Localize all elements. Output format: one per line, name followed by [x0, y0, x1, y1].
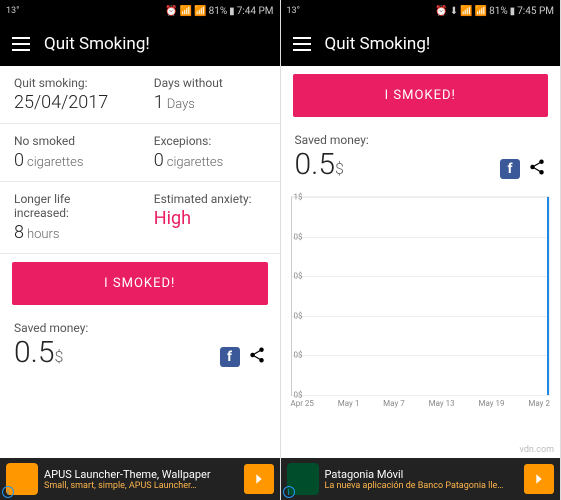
status-bar: 13° ⏰ ⬇ 📶 📶 81% ▮ 7:45 PM: [281, 0, 561, 22]
chart-data-line: [547, 197, 549, 395]
alarm-icon: ⏰: [165, 6, 177, 17]
signal-icon: 📶: [475, 6, 487, 17]
content: Quit smoking: 25/04/2017 Days without 1D…: [0, 66, 280, 500]
facebook-icon[interactable]: f: [220, 347, 240, 367]
alarm-icon: ⏰: [435, 6, 447, 17]
chart-y-tick: 0$: [294, 311, 303, 320]
ad-info-icon[interactable]: i: [283, 486, 295, 498]
right-screenshot: 13° ⏰ ⬇ 📶 📶 81% ▮ 7:45 PM Quit Smoking! …: [281, 0, 561, 500]
ad-title: Patagonia Móvil: [325, 468, 519, 481]
ad-banner[interactable]: i Patagonia Móvil La nueva aplicación de…: [281, 458, 561, 500]
chart-y-tick: 0$: [294, 272, 303, 281]
stat-anxiety: Estimated anxiety: High: [140, 182, 280, 253]
app-bar: Quit Smoking!: [281, 22, 561, 66]
chart-x-tick: May 19: [478, 399, 504, 408]
ad-banner[interactable]: i APUS Launcher-Theme, Wallpaper Small, …: [0, 458, 280, 500]
stat-exceptions: Excepions: 0cigarettes: [140, 124, 280, 181]
app-bar: Quit Smoking!: [0, 22, 280, 66]
chart-x-tick: May 2: [528, 399, 550, 408]
i-smoked-button[interactable]: I SMOKED!: [293, 74, 549, 117]
dropbox-icon: ⬇: [450, 6, 458, 17]
temperature: 13°: [287, 6, 300, 16]
stat-days-without: Days without 1Days: [140, 66, 280, 123]
ad-title: APUS Launcher-Theme, Wallpaper: [44, 468, 238, 481]
ad-install-arrow-icon[interactable]: [244, 464, 274, 494]
chart-x-tick: May 1: [338, 399, 360, 408]
saved-money-value: 0.5$: [14, 335, 63, 370]
chart-y-tick: 0$: [294, 391, 303, 400]
savings-chart: 1$ 0$ 0$ 0$ 0$ 0$ Apr 25 May 1 May 7 May 13 May 1…: [281, 190, 561, 408]
chart-y-tick: 1$: [294, 193, 303, 202]
saved-money-label: Saved money:: [14, 321, 266, 335]
signal-icon: 📶: [194, 6, 206, 17]
clock: 7:45 PM: [517, 6, 554, 17]
saved-money-label: Saved money:: [295, 133, 547, 147]
ad-subtitle: La nueva aplicación de Banco Patagonia l…: [325, 481, 519, 491]
chart-y-tick: 0$: [294, 232, 303, 241]
stat-no-smoked: No smoked 0cigarettes: [0, 124, 140, 181]
battery-text: 81%: [209, 6, 228, 17]
stat-quit-date: Quit smoking: 25/04/2017: [0, 66, 140, 123]
menu-icon[interactable]: [12, 37, 30, 51]
chart-x-tick: May 7: [383, 399, 405, 408]
left-screenshot: 13° ⏰ 📶 📶 81% ▮ 7:44 PM Quit Smoking! Qu…: [0, 0, 281, 500]
share-icon[interactable]: [248, 346, 266, 368]
ad-subtitle: Small, smart, simple, APUS Launcher…: [44, 481, 238, 491]
facebook-icon[interactable]: f: [500, 159, 520, 179]
wifi-icon: 📶: [460, 6, 472, 17]
app-title: Quit Smoking!: [325, 34, 431, 54]
clock: 7:44 PM: [237, 6, 274, 17]
chart-x-tick: May 13: [429, 399, 455, 408]
temperature: 13°: [6, 6, 19, 16]
wifi-icon: 📶: [180, 6, 192, 17]
battery-icon: ▮: [510, 6, 516, 17]
chart-y-tick: 0$: [294, 351, 303, 360]
app-title: Quit Smoking!: [44, 34, 150, 54]
battery-text: 81%: [489, 6, 508, 17]
status-bar: 13° ⏰ 📶 📶 81% ▮ 7:44 PM: [0, 0, 280, 22]
content: I SMOKED! Saved money: 0.5$ f 1$ 0$ 0$ 0$ 0$…: [281, 66, 561, 500]
share-icon[interactable]: [528, 158, 546, 180]
i-smoked-button[interactable]: I SMOKED!: [12, 262, 268, 305]
saved-money-value: 0.5$: [295, 147, 344, 182]
ad-install-arrow-icon[interactable]: [524, 464, 554, 494]
battery-icon: ▮: [229, 6, 235, 17]
menu-icon[interactable]: [293, 37, 311, 51]
ad-info-icon[interactable]: i: [2, 486, 14, 498]
watermark: vdn.com: [520, 445, 554, 455]
chart-x-tick: Apr 25: [291, 399, 314, 408]
stat-longer-life: Longer life increased: 8hours: [0, 182, 140, 253]
